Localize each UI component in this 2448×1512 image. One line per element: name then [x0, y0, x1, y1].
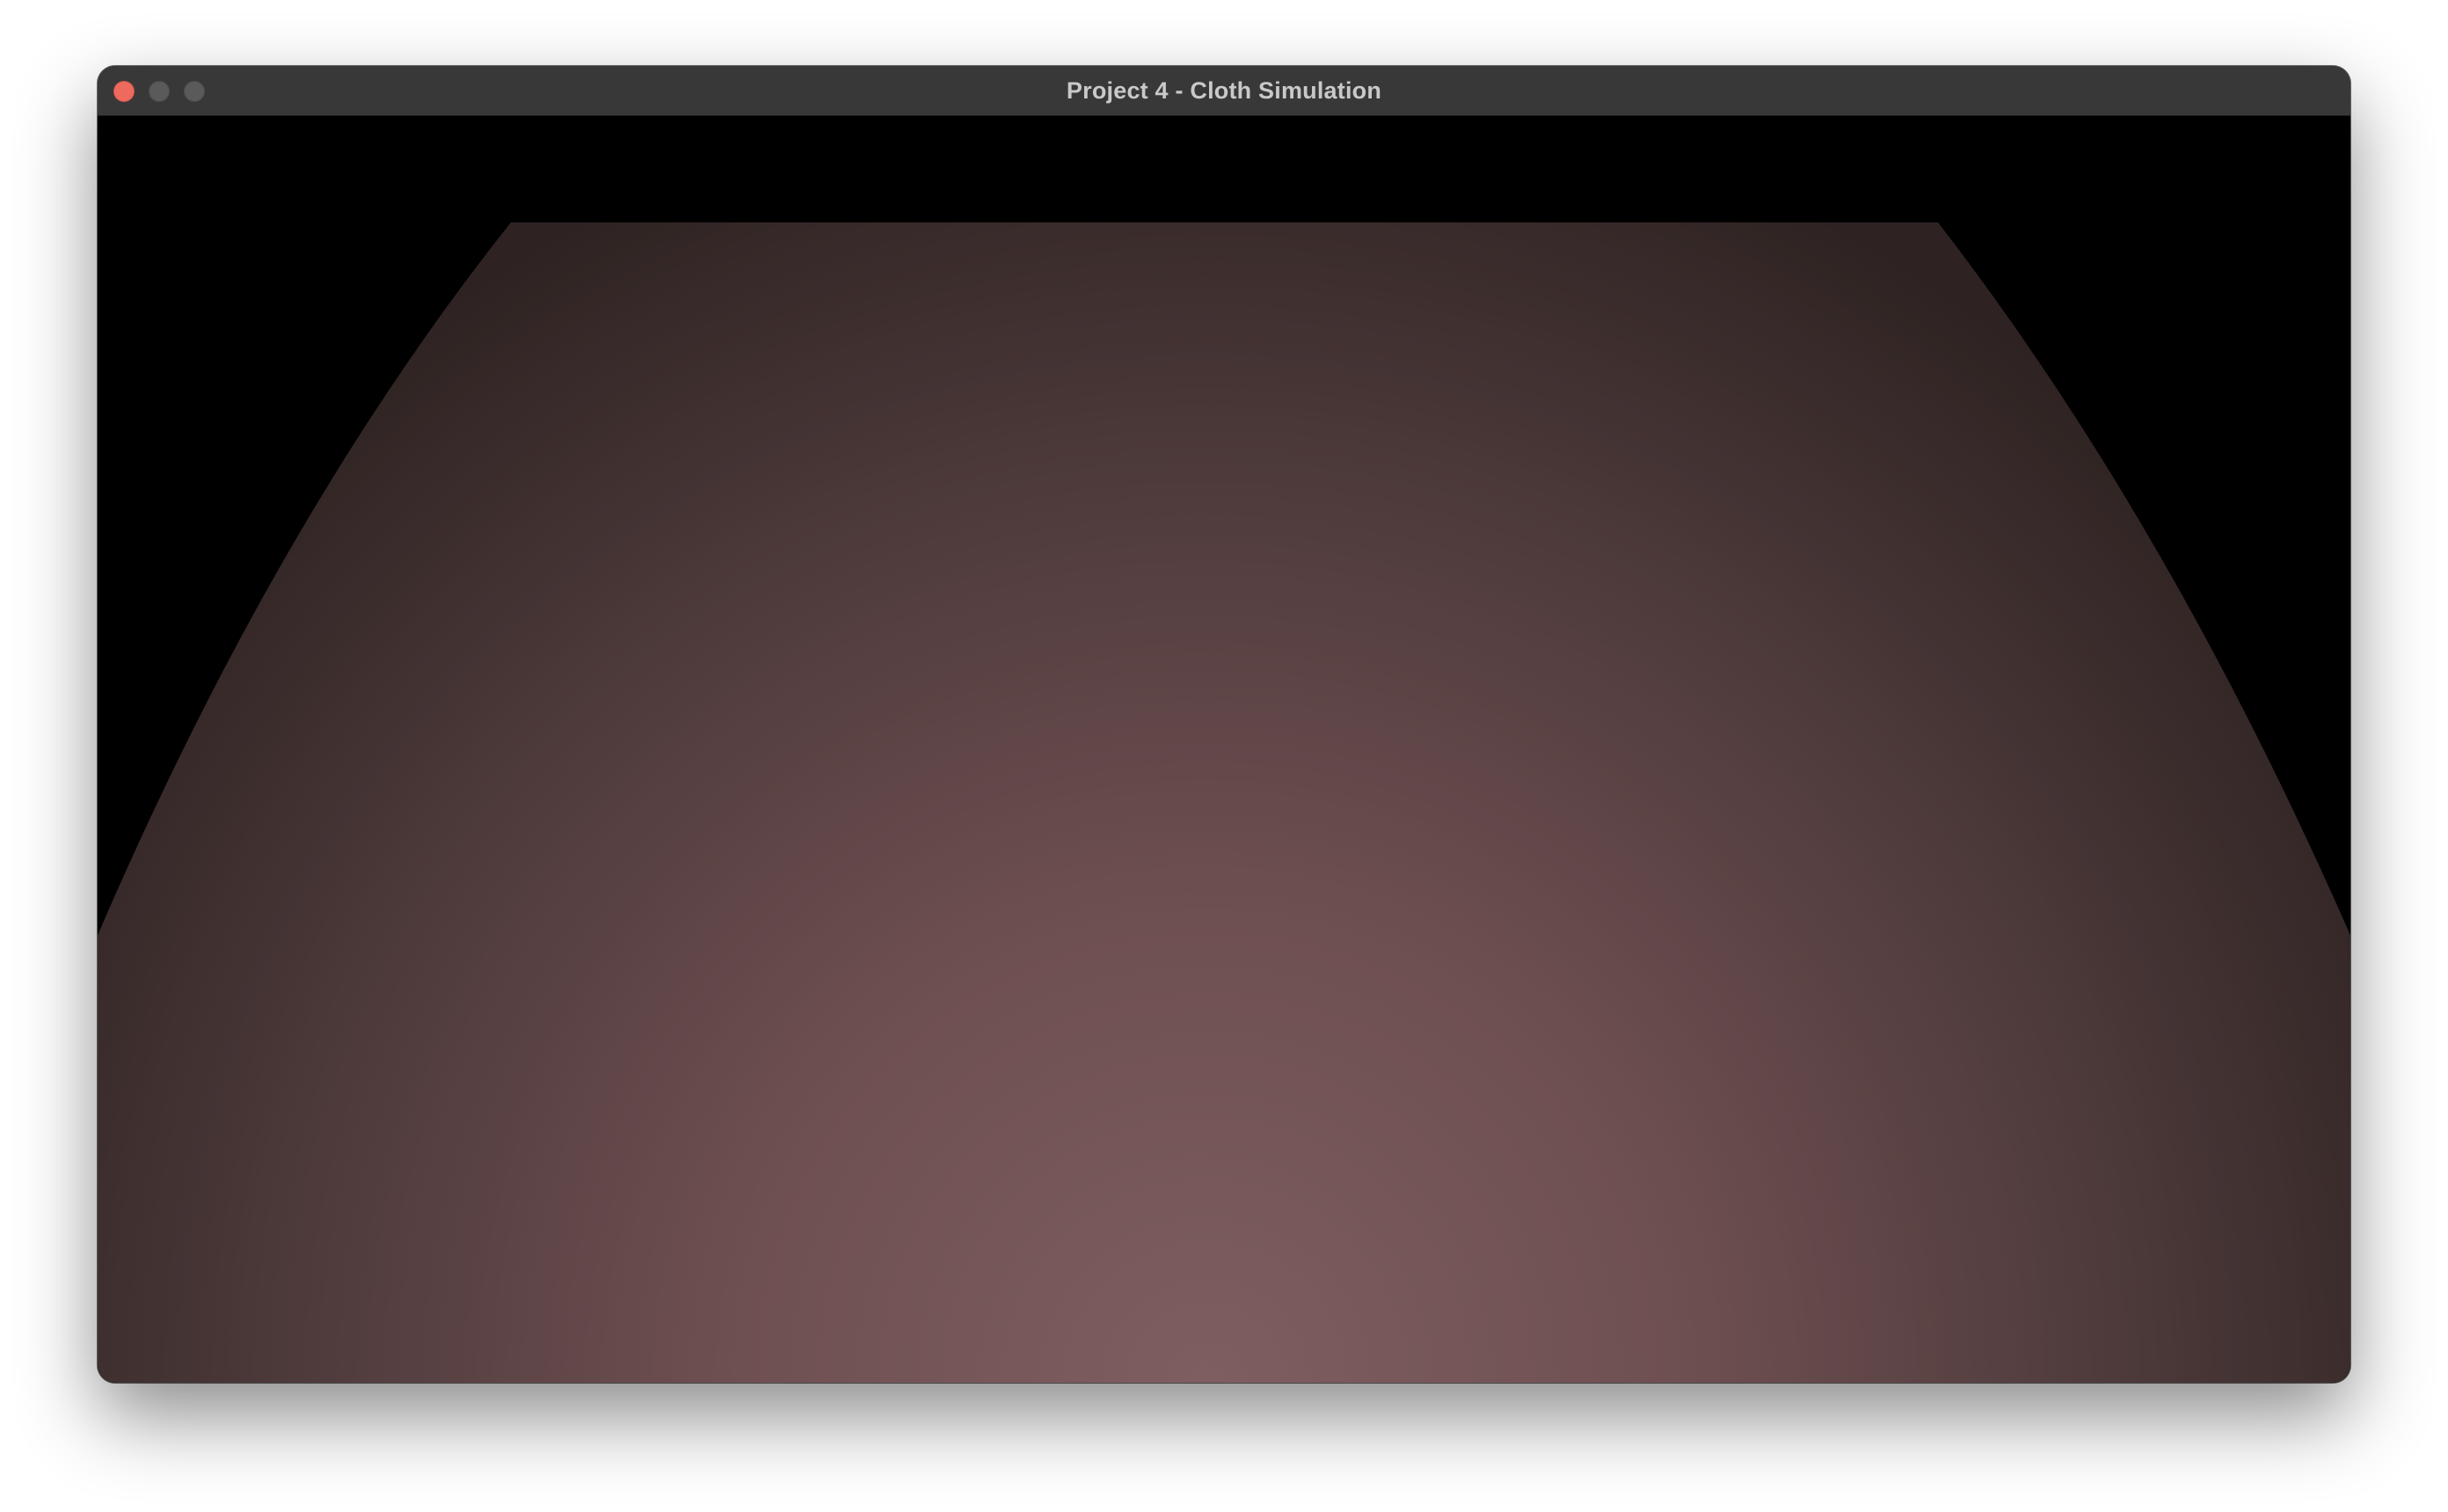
app-window: Project 4 - Cloth Simulation [98, 66, 2350, 1383]
render-viewport[interactable] [98, 116, 2350, 1383]
desktop: Project 4 - Cloth Simulation [0, 0, 2448, 1512]
window-titlebar[interactable]: Project 4 - Cloth Simulation [98, 66, 2350, 116]
cloth-canvas [98, 116, 2350, 1383]
cloth-mesh [98, 222, 2350, 1383]
window-title: Project 4 - Cloth Simulation [1066, 77, 1382, 104]
